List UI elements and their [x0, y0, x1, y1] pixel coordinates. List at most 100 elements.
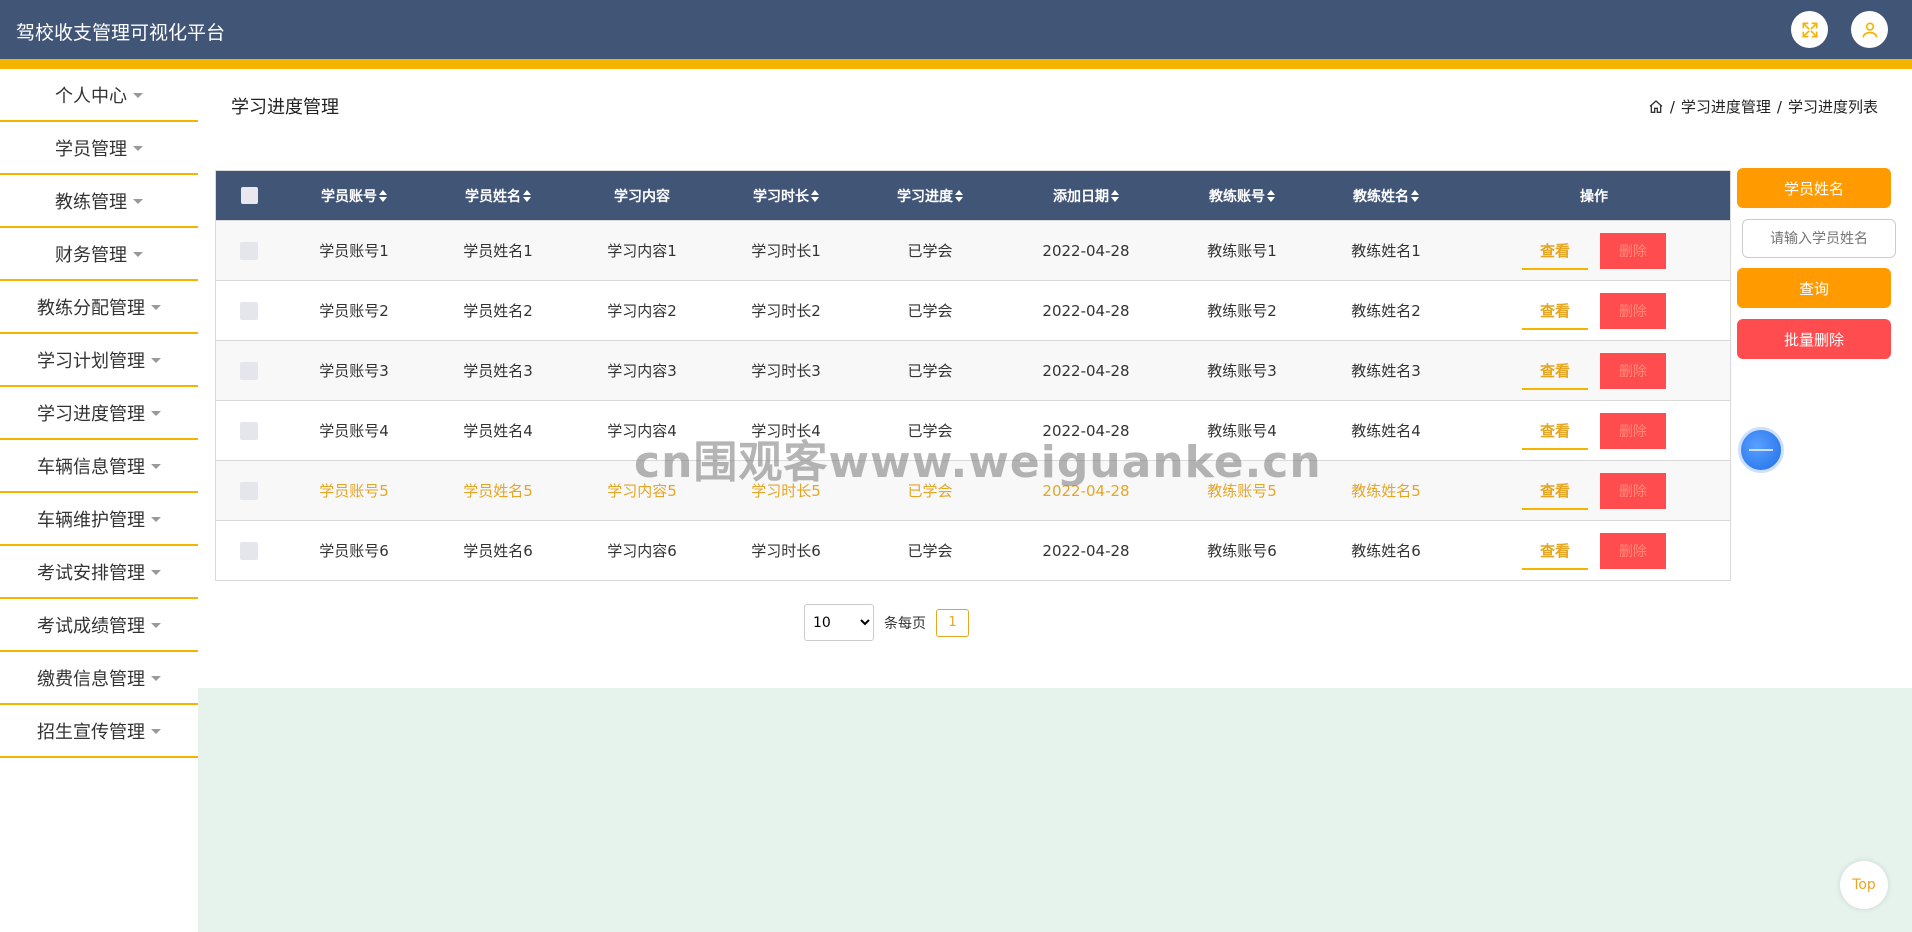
fullscreen-button[interactable]	[1791, 11, 1828, 48]
page-number-button[interactable]: 1	[936, 608, 969, 637]
student-name-search-input[interactable]	[1742, 219, 1896, 258]
sort-icon	[379, 189, 387, 202]
cell-coach-name: 教练姓名4	[1351, 422, 1421, 440]
cell-duration: 学习时长1	[751, 242, 821, 260]
col-header-label: 教练姓名	[1353, 188, 1409, 205]
sort-icon	[1267, 189, 1275, 202]
col-header-coach-account[interactable]: 教练账号	[1170, 186, 1314, 206]
sidebar-item-exam-results[interactable]: 考试成绩管理	[0, 599, 198, 652]
col-header-duration[interactable]: 学习时长	[714, 186, 858, 206]
sidebar-item-label: 缴费信息管理	[37, 668, 145, 690]
row-checkbox[interactable]	[240, 541, 258, 560]
sidebar-item-label: 车辆信息管理	[37, 456, 145, 478]
back-to-top-button[interactable]: Top	[1840, 861, 1888, 909]
col-header-date[interactable]: 添加日期	[1002, 186, 1170, 206]
caret-down-icon	[151, 411, 161, 416]
sort-icon	[523, 189, 531, 202]
table-row: 学员账号3 学员姓名3 学习内容3 学习时长3 已学会 2022-04-28 教练账号3 教练…	[216, 340, 1730, 400]
sidebar-item-students[interactable]: 学员管理	[0, 122, 198, 175]
row-checkbox[interactable]	[240, 301, 258, 320]
sidebar-item-vehicle-maintenance[interactable]: 车辆维护管理	[0, 493, 198, 546]
cell-duration: 学习时长3	[751, 362, 821, 380]
sidebar-item-study-plan[interactable]: 学习计划管理	[0, 334, 198, 387]
cell-student-account: 学员账号4	[319, 422, 389, 440]
cell-coach-name: 教练姓名5	[1351, 482, 1421, 500]
view-button[interactable]: 查看	[1522, 234, 1588, 270]
sidebar-item-exam-schedule[interactable]: 考试安排管理	[0, 546, 198, 599]
sidebar-item-coach-assignment[interactable]: 教练分配管理	[0, 281, 198, 334]
pagination: 10 条每页 1	[804, 604, 969, 641]
row-checkbox[interactable]	[240, 361, 258, 380]
delete-button[interactable]: 删除	[1600, 412, 1666, 449]
sort-icon	[811, 189, 819, 202]
caret-down-icon	[151, 358, 161, 363]
caret-down-icon	[133, 199, 143, 204]
table-row: 学员账号1 学员姓名1 学习内容1 学习时长1 已学会 2022-04-28 教练账号1 教练…	[216, 220, 1730, 280]
table-header: 学员账号 学员姓名 学习内容 学习时长 学习进度 添加日期 教练账号 教练姓名 …	[216, 171, 1730, 220]
cell-progress: 已学会	[907, 362, 953, 380]
col-header-coach-name[interactable]: 教练姓名	[1314, 186, 1458, 206]
cell-progress: 已学会	[907, 542, 953, 560]
row-checkbox[interactable]	[240, 481, 258, 500]
view-button[interactable]: 查看	[1522, 474, 1588, 510]
delete-button[interactable]: 删除	[1600, 292, 1666, 329]
delete-button[interactable]: 删除	[1600, 472, 1666, 509]
sidebar-item-label: 考试成绩管理	[37, 615, 145, 637]
sidebar-item-coaches[interactable]: 教练管理	[0, 175, 198, 228]
cell-date: 2022-04-28	[1042, 301, 1130, 320]
sidebar-item-vehicle-info[interactable]: 车辆信息管理	[0, 440, 198, 493]
col-header-content: 学习内容	[570, 186, 714, 206]
cell-date: 2022-04-28	[1042, 541, 1130, 560]
floating-assistant-icon[interactable]	[1738, 427, 1784, 473]
cell-actions: 查看 删除	[1458, 412, 1730, 450]
view-button[interactable]: 查看	[1522, 534, 1588, 570]
search-button[interactable]: 查询	[1737, 268, 1891, 308]
col-header-progress[interactable]: 学习进度	[858, 186, 1002, 206]
sidebar-item-finance[interactable]: 财务管理	[0, 228, 198, 281]
cell-date: 2022-04-28	[1042, 361, 1130, 380]
col-header-student-name[interactable]: 学员姓名	[426, 186, 570, 206]
breadcrumb-level1[interactable]: 学习进度管理	[1681, 96, 1771, 117]
col-header-label: 学习内容	[614, 188, 670, 205]
breadcrumb-separator: /	[1669, 97, 1675, 116]
delete-button[interactable]: 删除	[1600, 232, 1666, 269]
cell-actions: 查看 删除	[1458, 472, 1730, 510]
delete-button[interactable]: 删除	[1600, 532, 1666, 569]
sidebar-item-profile[interactable]: 个人中心	[0, 69, 198, 122]
col-header-student-account[interactable]: 学员账号	[282, 186, 426, 206]
header-accent-bar	[0, 59, 1912, 69]
caret-down-icon	[151, 517, 161, 522]
sidebar-item-label: 车辆维护管理	[37, 509, 145, 531]
sidebar-item-label: 考试安排管理	[37, 562, 145, 584]
view-button[interactable]: 查看	[1522, 354, 1588, 390]
table-row: 学员账号2 学员姓名2 学习内容2 学习时长2 已学会 2022-04-28 教练账号2 教练…	[216, 280, 1730, 340]
sidebar-item-payment-info[interactable]: 缴费信息管理	[0, 652, 198, 705]
view-button[interactable]: 查看	[1522, 294, 1588, 330]
sidebar-item-study-progress[interactable]: 学习进度管理	[0, 387, 198, 440]
row-checkbox[interactable]	[240, 421, 258, 440]
cell-duration: 学习时长2	[751, 302, 821, 320]
cell-coach-account: 教练账号1	[1207, 242, 1277, 260]
search-field-label: 学员姓名	[1737, 168, 1891, 208]
sidebar-item-label: 教练分配管理	[37, 297, 145, 319]
sidebar-item-enrollment-promo[interactable]: 招生宣传管理	[0, 705, 198, 758]
cell-content: 学习内容3	[607, 362, 677, 380]
breadcrumb: / 学习进度管理 / 学习进度列表	[1648, 96, 1878, 117]
home-icon[interactable]	[1648, 99, 1664, 115]
cell-content: 学习内容1	[607, 242, 677, 260]
batch-delete-button[interactable]: 批量删除	[1737, 319, 1891, 359]
sidebar-item-label: 招生宣传管理	[37, 721, 145, 743]
page-size-select[interactable]: 10	[804, 604, 874, 641]
select-all-checkbox[interactable]	[240, 187, 258, 204]
sort-icon	[955, 189, 963, 202]
view-button[interactable]: 查看	[1522, 414, 1588, 450]
table-body: 学员账号1 学员姓名1 学习内容1 学习时长1 已学会 2022-04-28 教练账号1 教练…	[216, 220, 1730, 580]
delete-button[interactable]: 删除	[1600, 352, 1666, 389]
cell-student-account: 学员账号3	[319, 362, 389, 380]
sidebar-item-label: 学习计划管理	[37, 350, 145, 372]
cell-progress: 已学会	[907, 242, 953, 260]
row-checkbox[interactable]	[240, 241, 258, 260]
cell-coach-name: 教练姓名1	[1351, 242, 1421, 260]
user-menu-button[interactable]	[1851, 11, 1888, 48]
caret-down-icon	[151, 676, 161, 681]
